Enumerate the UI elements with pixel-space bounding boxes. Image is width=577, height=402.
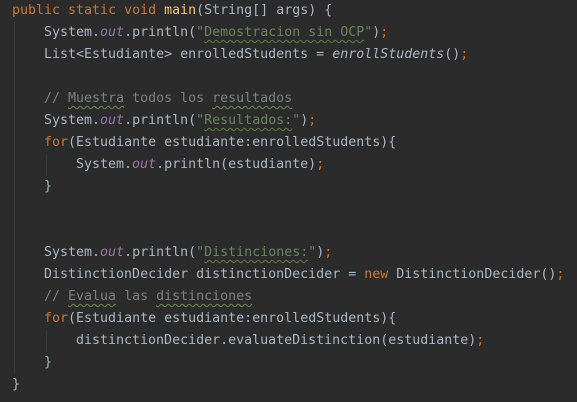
semicolon: ;: [308, 113, 317, 128]
string-quote: ": [196, 25, 205, 40]
static-field: out: [100, 113, 125, 128]
code-line-12[interactable]: System.out.println("Distinciones:");: [44, 242, 332, 264]
code-text: System.: [44, 245, 101, 260]
closing-brace: }: [44, 179, 53, 194]
code-line-3[interactable]: List<Estudiante> enrolledStudents = enro…: [44, 44, 468, 66]
code-line-9[interactable]: }: [44, 176, 52, 198]
comment-text: //: [44, 91, 69, 106]
semicolon: ;: [380, 25, 389, 40]
code-text: .println(: [124, 113, 197, 128]
keyword: new: [364, 267, 389, 282]
comment-text: Evalua: [68, 289, 117, 304]
string-literal: Distinciones:: [204, 245, 309, 260]
closing-brace: }: [12, 377, 21, 392]
code-line-1[interactable]: public static void main(String[] args) {: [12, 0, 332, 22]
code-line-15[interactable]: for(Estudiante estudiante:enrolledStuden…: [44, 308, 396, 330]
code-text: DistinctionDecider(): [388, 267, 557, 282]
comment-text: resultados: [212, 91, 293, 106]
code-line-16[interactable]: distinctionDecider.evaluateDistinction(e…: [76, 330, 484, 352]
code-text: (Estudiante estudiante:enrolledStudents)…: [68, 311, 397, 326]
static-field: out: [132, 157, 157, 172]
code-line-17[interactable]: }: [44, 352, 52, 374]
semicolon: ;: [556, 267, 565, 282]
method-name: main: [164, 3, 197, 18]
keyword: for: [44, 135, 69, 150]
comment-text: distinciones: [156, 289, 253, 304]
keyword: public static void: [12, 3, 165, 18]
static-field: out: [100, 25, 125, 40]
semicolon: ;: [460, 47, 469, 62]
keyword: for: [44, 311, 69, 326]
code-text: (Estudiante estudiante:enrolledStudents)…: [68, 135, 397, 150]
code-line-18[interactable]: }: [12, 374, 20, 396]
method-call: enrollStudents: [332, 47, 445, 62]
code-text: distinctionDecider.evaluateDistinction(e…: [76, 333, 477, 348]
semicolon: ;: [476, 333, 485, 348]
code-text: System.: [76, 157, 133, 172]
indent-guide: [46, 330, 47, 352]
code-line-2[interactable]: System.out.println("Demostracion sin OCP…: [44, 22, 388, 44]
code-text: .println(: [124, 245, 197, 260]
comment-text: las: [116, 289, 157, 304]
code-text: (): [444, 47, 461, 62]
code-text: System.: [44, 113, 101, 128]
comment-text: //: [44, 289, 69, 304]
closing-brace: }: [44, 355, 53, 370]
indent-guide: [14, 22, 15, 374]
code-text: DistinctionDecider distinctionDecider =: [44, 267, 365, 282]
string-literal: Demostracion sin OCP: [204, 25, 365, 40]
string-quote: ": [196, 113, 205, 128]
indent-guide: [46, 154, 47, 176]
static-field: out: [100, 245, 125, 260]
code-editor[interactable]: public static void main(String[] args) {…: [0, 0, 577, 402]
string-quote: ": [196, 245, 205, 260]
code-line-13[interactable]: DistinctionDecider distinctionDecider = …: [44, 264, 564, 286]
code-line-7[interactable]: for(Estudiante estudiante:enrolledStuden…: [44, 132, 396, 154]
code-text: System.: [44, 25, 101, 40]
string-literal: Resultados:: [204, 113, 293, 128]
code-text: .println(: [124, 25, 197, 40]
code-text: .println(estudiante): [156, 157, 317, 172]
code-line-8[interactable]: System.out.println(estudiante);: [76, 154, 324, 176]
semicolon: ;: [324, 245, 333, 260]
comment-text: todos los: [124, 91, 213, 106]
code-text: (String[] args) {: [196, 3, 333, 18]
code-text: List<Estudiante> enrolledStudents =: [44, 47, 333, 62]
code-line-14-comment[interactable]: // Evalua las distinciones: [44, 286, 252, 308]
semicolon: ;: [316, 157, 325, 172]
code-line-5-comment[interactable]: // Muestra todos los resultados: [44, 88, 292, 110]
comment-text: Muestra: [68, 91, 125, 106]
code-line-6[interactable]: System.out.println("Resultados:");: [44, 110, 316, 132]
